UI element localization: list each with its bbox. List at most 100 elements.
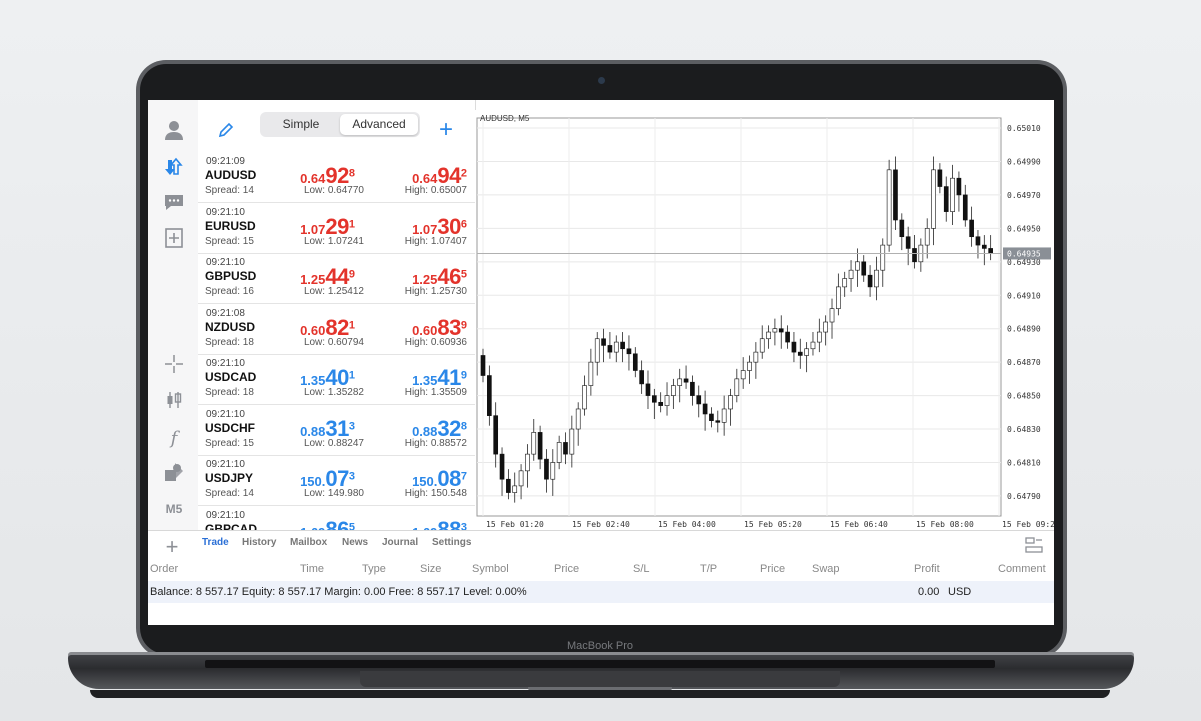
quote-row-gbpcad[interactable]: 09:21:10GBPCAD 1.69865 1.69883	[198, 506, 475, 531]
tab-trade[interactable]: Trade	[202, 537, 229, 548]
col-profit[interactable]: Profit	[914, 563, 940, 575]
quote-time: 09:21:10	[206, 509, 245, 521]
quote-low: Low: 0.64770	[303, 185, 364, 196]
layout-toggle-icon[interactable]	[1022, 533, 1046, 557]
candle-bull	[931, 169, 936, 229]
candle-bull	[531, 432, 537, 455]
ask-price-point: 5	[460, 268, 467, 281]
ask-price-prefix: 0.64	[412, 171, 438, 186]
chart-area[interactable]: 0.65010 0.64990 0.64970 0.64950 0.64930 0.649…	[475, 110, 1054, 530]
quote-spread: Spread: 15	[205, 235, 254, 247]
candle-bear	[537, 432, 543, 460]
timeframe-button[interactable]: M5	[162, 497, 186, 521]
candle-bull	[671, 385, 676, 396]
candle-bull	[664, 395, 670, 406]
trade-arrows-icon[interactable]	[162, 155, 186, 179]
candle-bear	[607, 345, 613, 353]
quote-row-audusd[interactable]: 09:21:09 AUDUSD Spread: 14 0.64928 0.64942 Lo…	[198, 152, 475, 203]
chat-icon[interactable]	[162, 190, 186, 214]
balance-row: Balance: 8 557.17 Equity: 8 557.17 Margi…	[148, 581, 1054, 603]
candlestick-icon[interactable]	[162, 388, 186, 412]
ask-price-pips: 88	[437, 516, 461, 531]
candle-bear	[937, 169, 943, 187]
bid-price-point: 3	[348, 420, 355, 433]
app-screen: f M5 Simple Advanced + 09:21:09 AUDUSD Spr…	[148, 100, 1054, 625]
tab-settings[interactable]: Settings	[432, 537, 471, 548]
bid-price-prefix: 1.25	[300, 272, 326, 287]
tab-mailbox[interactable]: Mailbox	[290, 537, 327, 548]
new-order-icon[interactable]	[162, 226, 186, 250]
candle-bear	[696, 395, 702, 405]
ask-price-point: 3	[460, 521, 467, 530]
col-tp[interactable]: T/P	[700, 563, 717, 575]
add-symbol-icon[interactable]: +	[434, 116, 458, 143]
ask-price-prefix: 0.88	[412, 423, 438, 439]
quote-spread: Spread: 14	[205, 185, 254, 196]
x-tick-label: 15 Feb 04:00	[658, 520, 716, 529]
quote-symbol: GBPCAD	[205, 521, 258, 531]
candle-bull	[874, 269, 879, 288]
candle-bull	[613, 341, 619, 353]
y-tick-label: 0.64890	[1007, 325, 1041, 334]
objects-icon[interactable]	[162, 460, 186, 484]
quote-symbol: EURUSD	[205, 218, 256, 233]
bid-price[interactable]: 1.69865	[300, 517, 355, 531]
ask-price-prefix: 1.25	[412, 272, 438, 287]
col-symbol[interactable]: Symbol	[472, 563, 509, 575]
edit-pencil-icon[interactable]	[214, 118, 238, 142]
quote-low: Low: 149.980	[303, 488, 364, 499]
tab-history[interactable]: History	[242, 537, 276, 548]
tab-news[interactable]: News	[342, 537, 368, 548]
account-icon[interactable]	[162, 118, 186, 142]
col-size[interactable]: Size	[420, 563, 441, 575]
crosshair-icon[interactable]	[162, 352, 186, 376]
col-swap[interactable]: Swap	[812, 563, 840, 575]
bid-price-point: 1	[348, 218, 355, 231]
col-price-current[interactable]: Price	[760, 563, 785, 575]
quote-row-gbpusd[interactable]: 09:21:10 GBPUSD Spread: 16 1.25449 1.25465 Lo…	[198, 253, 475, 304]
quotes-list: 09:21:09 AUDUSD Spread: 14 0.64928 0.64942 Lo…	[198, 152, 475, 530]
quote-row-usdchf[interactable]: 09:21:10 USDCHF Spread: 15 0.88313 0.88328 Lo…	[198, 405, 475, 456]
ask-price-prefix: 150.	[412, 474, 438, 489]
y-tick-label: 0.64790	[1007, 492, 1041, 501]
simple-tab[interactable]: Simple	[262, 114, 340, 135]
quote-spread: Spread: 18	[205, 336, 254, 348]
col-time[interactable]: Time	[300, 563, 324, 575]
price-chart[interactable]: 0.650100.649900.649700.649500.649300.649…	[475, 110, 1054, 530]
candle-bear	[912, 248, 917, 263]
candle-bull	[569, 428, 575, 455]
candle-bear	[480, 355, 486, 376]
quote-spread: Spread: 14	[205, 488, 254, 499]
indicators-icon[interactable]: f	[162, 426, 186, 450]
add-order-icon[interactable]: +	[160, 534, 184, 559]
ask-price-point: 7	[460, 470, 467, 483]
quote-row-usdcad[interactable]: 09:21:10 USDCAD Spread: 18 1.35401 1.35419 Lo…	[198, 354, 475, 405]
candle-bear	[487, 375, 492, 416]
bid-price-point: 9	[348, 268, 355, 281]
col-comment[interactable]: Comment	[998, 563, 1046, 575]
bid-price-pips: 86	[325, 516, 349, 531]
quote-row-eurusd[interactable]: 09:21:10 EURUSD Spread: 15 1.07291 1.07306 Lo…	[198, 203, 475, 254]
advanced-tab[interactable]: Advanced	[340, 114, 418, 135]
tab-journal[interactable]: Journal	[382, 537, 418, 548]
candle-bear	[702, 403, 708, 415]
candle-bull	[950, 177, 955, 212]
candle-bear	[861, 261, 867, 276]
candle-bull	[880, 244, 886, 271]
col-sl[interactable]: S/L	[633, 563, 650, 575]
ask-price[interactable]: 1.69883	[412, 517, 467, 531]
bid-price-prefix: 0.64	[300, 171, 326, 186]
mode-switch: Simple Advanced	[260, 112, 420, 137]
quote-row-usdjpy[interactable]: 09:21:10 USDJPY Spread: 14 150.073 150.087 Lo…	[198, 455, 475, 506]
candle-bull	[747, 361, 752, 371]
ask-price-point: 9	[460, 369, 467, 382]
candle-bull	[588, 361, 594, 386]
y-tick-label: 0.64870	[1007, 358, 1041, 367]
col-type[interactable]: Type	[362, 563, 386, 575]
col-price[interactable]: Price	[554, 563, 579, 575]
candle-bull	[728, 395, 733, 410]
x-tick-label: 15 Feb 02:40	[572, 520, 630, 529]
candle-bear	[601, 338, 606, 346]
quote-row-nzdusd[interactable]: 09:21:08 NZDUSD Spread: 18 0.60821 0.60839 Lo…	[198, 304, 475, 355]
col-order[interactable]: Order	[150, 563, 178, 575]
